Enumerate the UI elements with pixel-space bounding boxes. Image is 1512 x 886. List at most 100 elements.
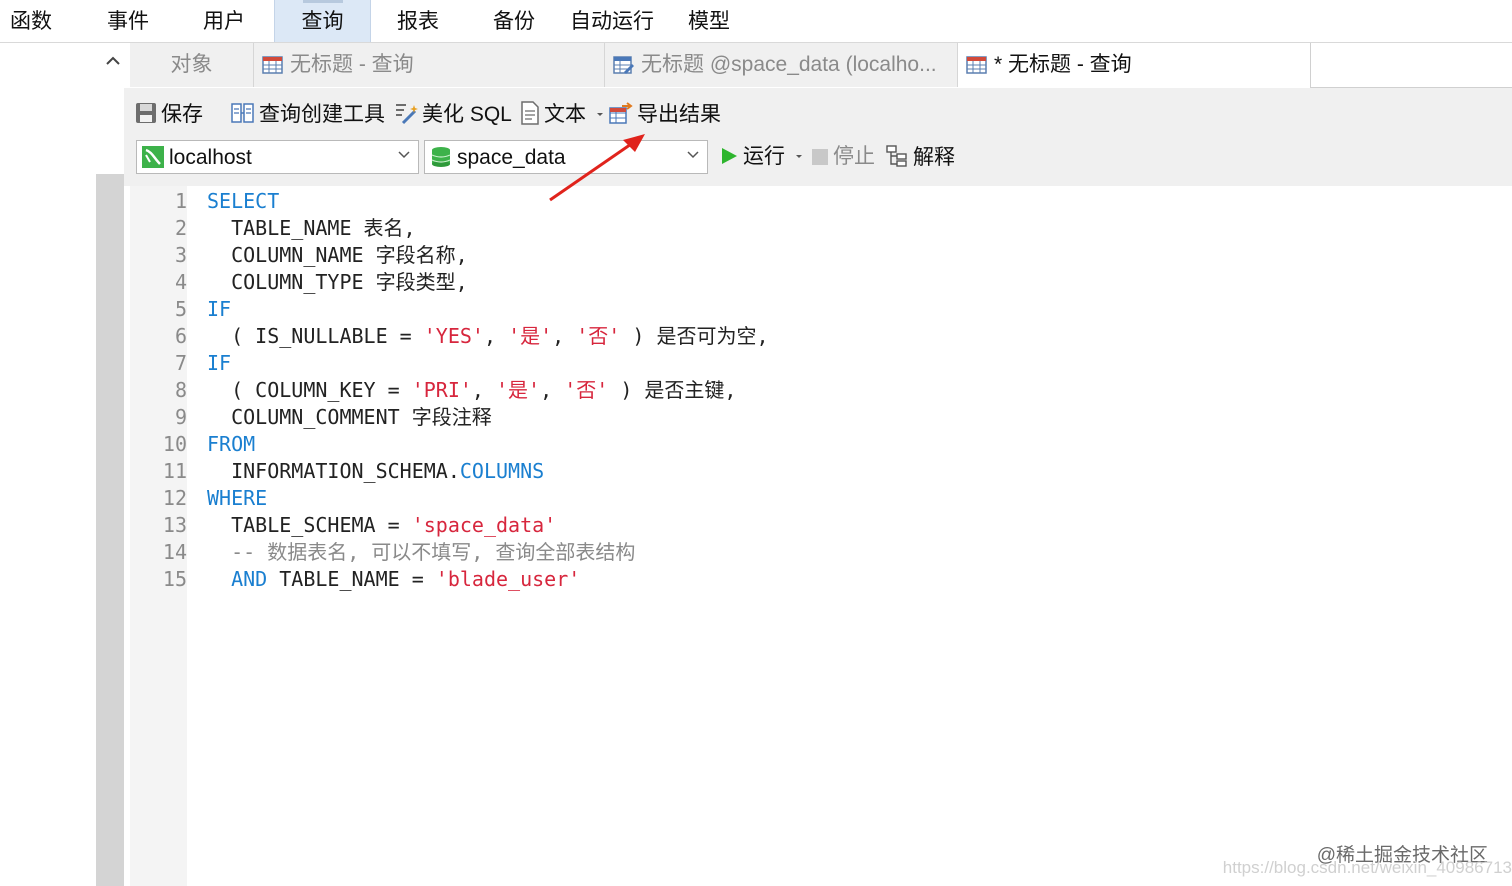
line-number: 12 <box>162 486 187 510</box>
tab-untitled-query-1[interactable]: 无标题 - 查询 <box>254 43 605 87</box>
menu-functions[interactable]: 函数 <box>10 0 52 42</box>
stop-button[interactable]: 停止 <box>810 144 875 170</box>
menu-reports[interactable]: 报表 <box>397 0 439 42</box>
code-line: TABLE_SCHEMA = 'space_data' <box>207 512 556 539</box>
stop-label: 停止 <box>833 145 875 168</box>
line-number: 11 <box>162 459 187 483</box>
watermark-url: https://blog.csdn.net/weixin_40986713 <box>1222 858 1512 877</box>
tab-space-data-query[interactable]: 无标题 @space_data (localho... <box>605 43 958 87</box>
sql-text: TABLE_NAME = <box>267 567 436 591</box>
save-button[interactable]: 保存 <box>134 101 203 128</box>
code-line: INFORMATION_SCHEMA.COLUMNS <box>207 458 544 485</box>
code-line: FROM <box>207 431 255 458</box>
play-icon <box>722 148 737 164</box>
code-line: IF <box>207 296 231 323</box>
sql-keyword: FROM <box>207 432 256 456</box>
export-results-button[interactable]: 导出结果 <box>608 101 721 128</box>
sql-keyword: SELECT <box>207 189 280 213</box>
line-number: 9 <box>174 405 187 429</box>
line-number: 3 <box>174 243 187 267</box>
sql-text: TABLE_SCHEMA = <box>207 513 412 537</box>
export-results-icon <box>609 102 633 124</box>
tab-bar: 对象 无标题 - 查询 无标题 @space_data (localho... … <box>130 43 1512 87</box>
line-number: 7 <box>174 351 187 375</box>
code-line: IF <box>207 350 231 377</box>
sql-text: COLUMN_TYPE 字段类型, <box>207 270 468 294</box>
sql-comment: -- 数据表名, 可以不填写, 查询全部表结构 <box>207 540 636 564</box>
text-mode-button[interactable]: 文本 <box>519 101 604 128</box>
tab-objects[interactable]: 对象 <box>130 43 254 87</box>
sql-keyword: IF <box>207 297 232 321</box>
stop-icon <box>812 149 828 165</box>
code-line: COLUMN_COMMENT 字段注释 <box>207 404 492 431</box>
menu-users[interactable]: 用户 <box>203 0 245 42</box>
sql-text: , <box>540 378 565 402</box>
sql-text: INFORMATION_SCHEMA. <box>207 459 460 483</box>
code-line: COLUMN_NAME 字段名称, <box>207 242 468 269</box>
text-mode-label: 文本 <box>544 103 586 126</box>
sql-keyword: WHERE <box>207 486 268 510</box>
sql-text: , <box>483 324 509 348</box>
connection-select[interactable]: localhost <box>136 140 419 174</box>
menu-backup[interactable]: 备份 <box>493 0 535 42</box>
sql-keyword: COLUMNS <box>459 459 545 483</box>
code-line: WHERE <box>207 485 267 512</box>
sql-string: 'YES' <box>423 324 484 348</box>
sql-text: , <box>552 324 577 348</box>
sql-keyword: AND <box>231 567 268 591</box>
line-number: 14 <box>162 540 187 564</box>
run-button[interactable]: 运行 <box>718 144 803 170</box>
query-builder-button[interactable]: 查询创建工具 <box>230 101 385 128</box>
tab-label: 无标题 - 查询 <box>290 53 414 76</box>
code-line: -- 数据表名, 可以不填写, 查询全部表结构 <box>207 539 635 566</box>
menu-bar: 函数 事件 用户 查询 报表 备份 自动运行 模型 <box>0 0 1512 43</box>
sql-string: 'blade_user' <box>435 567 581 591</box>
code-line: SELECT <box>207 188 279 215</box>
line-number: 15 <box>162 567 187 591</box>
menu-model[interactable]: 模型 <box>688 0 730 42</box>
line-number: 5 <box>174 297 187 321</box>
tab-label: 无标题 @space_data (localho... <box>641 53 937 76</box>
sql-string: '是' <box>496 378 541 402</box>
sql-string: '否' <box>564 378 609 402</box>
collapse-sidebar-button[interactable] <box>96 43 130 87</box>
chevron-up-icon <box>106 56 120 65</box>
code-line: ( COLUMN_KEY = 'PRI', '是', '否' ) 是否主键, <box>207 377 736 404</box>
dropdown-caret-icon <box>795 155 802 158</box>
menu-automation[interactable]: 自动运行 <box>570 0 654 42</box>
sidebar-gutter <box>96 174 124 886</box>
sql-text: ( IS_NULLABLE = <box>207 324 424 348</box>
code-line: AND TABLE_NAME = 'blade_user' <box>207 566 580 593</box>
query-builder-label: 查询创建工具 <box>259 103 385 126</box>
menu-query[interactable]: 查询 <box>274 0 371 42</box>
save-icon <box>136 103 156 123</box>
sql-text: , <box>471 378 497 402</box>
sql-string: '否' <box>576 324 621 348</box>
code-line: TABLE_NAME 表名, <box>207 215 416 242</box>
beautify-sql-button[interactable]: 美化 SQL <box>393 101 512 128</box>
tab-label: * 无标题 - 查询 <box>994 53 1132 76</box>
menu-events[interactable]: 事件 <box>107 0 149 42</box>
beautify-wand-icon <box>396 104 418 125</box>
line-number: 6 <box>174 324 187 348</box>
tab-label: 对象 <box>170 53 213 76</box>
query-edit-icon <box>613 56 634 74</box>
line-number: 10 <box>162 432 187 456</box>
sql-text: COLUMN_NAME 字段名称, <box>207 243 468 267</box>
database-icon <box>431 147 451 167</box>
sql-text: ) 是否可为空, <box>620 324 769 348</box>
explain-button[interactable]: 解释 <box>886 144 955 171</box>
sql-keyword: IF <box>207 351 232 375</box>
line-number: 2 <box>174 216 187 240</box>
save-label: 保存 <box>161 103 203 126</box>
sql-text: ) 是否主键, <box>608 378 737 402</box>
sql-string: 'PRI' <box>411 378 472 402</box>
dropdown-caret-icon <box>596 113 603 116</box>
chevron-down-icon <box>398 151 410 159</box>
mysql-connection-icon <box>142 146 164 168</box>
tab-untitled-query-active[interactable]: * 无标题 - 查询 <box>958 43 1311 87</box>
connection-value: localhost <box>169 146 252 169</box>
query-builder-icon <box>231 103 254 123</box>
explain-tree-icon <box>886 145 907 167</box>
